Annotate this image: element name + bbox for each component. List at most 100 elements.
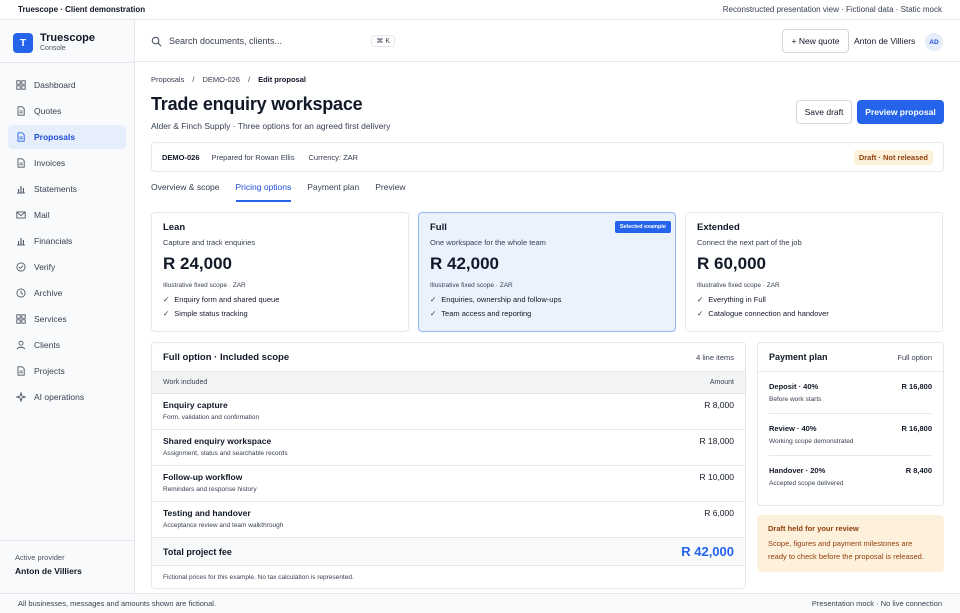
mail-icon — [16, 210, 26, 220]
user-name: Anton de Villiers — [854, 36, 916, 46]
new-quote-button[interactable]: + New quote — [782, 29, 849, 53]
option-feature-label: Everything in Full — [708, 295, 766, 304]
plan-milestone: Review · 40% Working scope demonstrated R … — [769, 414, 932, 456]
sidebar-item-proposals[interactable]: Proposals — [8, 125, 126, 149]
sidebar-item-mail[interactable]: Mail — [8, 203, 126, 227]
row-details: Follow-up workflow Reminders and response… — [163, 472, 257, 501]
milestone-amount: R 16,800 — [901, 382, 932, 391]
save-draft-button[interactable]: Save draft — [796, 100, 852, 124]
sidebar-item-verify[interactable]: Verify — [8, 255, 126, 279]
check-icon: ✓ — [430, 309, 437, 318]
main-content: Proposals / DEMO-026 / Edit proposal Tra… — [135, 62, 960, 593]
milestone-condition: Accepted scope delivered — [769, 480, 844, 487]
sidebar-item-label: Archive — [34, 288, 63, 298]
option-name: Extended — [697, 222, 740, 233]
total-amount: R 42,000 — [681, 544, 734, 559]
option-card-full[interactable]: Full One workspace for the whole team R 42… — [418, 212, 676, 332]
brand-logo: T — [13, 33, 33, 53]
sidebar-item-archive[interactable]: Archive — [8, 281, 126, 305]
avatar[interactable]: AD — [925, 33, 943, 51]
search-input[interactable] — [169, 36, 369, 46]
check-icon: ✓ — [163, 309, 170, 318]
row-amount: R 6,000 — [704, 508, 734, 518]
option-card-extended[interactable]: Extended Connect the next part of the job… — [685, 212, 943, 332]
selected-badge: Selected example — [614, 221, 671, 233]
bar-chart-icon — [16, 236, 26, 246]
scope-total-row: Total project fee R 42,000 — [152, 538, 745, 566]
footer-note: All businesses, messages and amounts sho… — [18, 599, 217, 608]
document-icon — [16, 366, 26, 376]
preview-proposal-button[interactable]: Preview proposal — [857, 100, 944, 124]
provider-label: Active provider — [15, 553, 65, 562]
tab-overview-scope[interactable]: Overview & scope — [151, 178, 220, 202]
breadcrumb: Proposals / DEMO-026 / Edit proposal — [151, 75, 306, 84]
row-subtitle: Acceptance review and team walkthrough — [163, 522, 284, 529]
sidebar-item-financials[interactable]: Financials — [8, 229, 126, 253]
breadcrumb-proposals[interactable]: Proposals — [151, 75, 184, 84]
row-details: Enquiry capture Form, validation and conf… — [163, 400, 259, 429]
sidebar-item-label: Quotes — [34, 106, 62, 116]
header: ⌘ K + New quote Anton de Villiers AD — [135, 20, 960, 62]
breadcrumb-ref[interactable]: DEMO-026 — [202, 75, 240, 84]
scope-title: Full option · Included scope — [163, 351, 290, 363]
sidebar-item-ai-operations[interactable]: AI operations — [8, 385, 126, 409]
breadcrumb-separator: / — [192, 75, 195, 84]
sidebar-item-projects[interactable]: Projects — [8, 359, 126, 383]
tab-bar: Overview & scope Pricing options Payment p… — [151, 178, 944, 202]
scope-header: Full option · Included scope 4 line item… — [152, 343, 745, 372]
tab-payment-plan[interactable]: Payment plan — [307, 178, 359, 202]
sidebar-item-services[interactable]: Services — [8, 307, 126, 331]
banner-note: Reconstructed presentation view · Fictio… — [722, 5, 942, 14]
sidebar-item-label: Statements — [34, 184, 77, 194]
pricing-options: Lean Capture and track enquiries R 24,000 I… — [151, 212, 944, 332]
option-feature-label: Enquiry form and shared queue — [174, 295, 280, 304]
scope-count: 4 line items — [696, 352, 734, 362]
option-scope-note: Illustrative fixed scope · ZAR — [163, 282, 246, 289]
included-scope-card: Full option · Included scope 4 line item… — [151, 342, 746, 589]
plan-rows: Deposit · 40% Before work starts R 16,800 R… — [758, 372, 943, 498]
milestone-name: Handover · 20% — [769, 466, 826, 475]
option-feature-label: Catalogue connection and handover — [708, 309, 829, 318]
option-feature: ✓ Everything in Full — [697, 295, 931, 304]
tab-preview[interactable]: Preview — [375, 178, 405, 202]
sidebar-item-invoices[interactable]: Invoices — [8, 151, 126, 175]
sidebar-item-quotes[interactable]: Quotes — [8, 99, 126, 123]
option-card-lean[interactable]: Lean Capture and track enquiries R 24,000 I… — [151, 212, 409, 332]
row-subtitle: Form, validation and confirmation — [163, 414, 260, 421]
milestone-amount: R 8,400 — [905, 466, 932, 475]
brand-sub: Console — [40, 45, 66, 52]
payment-plan-card: Payment plan Full option Deposit · 40% Be… — [757, 342, 944, 506]
footer: All businesses, messages and amounts sho… — [0, 593, 960, 613]
plan-header: Payment plan Full option — [758, 343, 943, 372]
bar-chart-icon — [16, 184, 26, 194]
row-title: Enquiry capture — [163, 400, 228, 410]
page-subtitle: Alder & Finch Supply · Three options for… — [151, 121, 391, 131]
sidebar-item-label: Proposals — [34, 132, 76, 142]
option-scope-note: Illustrative fixed scope · ZAR — [697, 282, 780, 289]
document-icon — [16, 132, 26, 142]
sidebar: T Truescope Console Dashboard Quotes Propo… — [0, 20, 135, 593]
check-icon: ✓ — [163, 295, 170, 304]
option-feature-label: Simple status tracking — [174, 309, 248, 318]
option-price: R 42,000 — [430, 254, 499, 273]
review-title: Draft held for your review — [768, 524, 859, 533]
sidebar-item-dashboard[interactable]: Dashboard — [8, 73, 126, 97]
status-badge: Draft · Not released — [853, 150, 933, 165]
table-row: Shared enquiry workspace Assignment, stat… — [152, 430, 745, 466]
milestone-details: Deposit · 40% Before work starts — [769, 382, 821, 413]
milestone-condition: Before work starts — [769, 396, 822, 403]
brand[interactable]: T Truescope Console — [13, 32, 95, 54]
document-icon — [16, 158, 26, 168]
search-bar[interactable]: ⌘ K — [151, 33, 395, 49]
table-row: Follow-up workflow Reminders and response… — [152, 466, 745, 502]
sidebar-item-statements[interactable]: Statements — [8, 177, 126, 201]
tab-pricing-options[interactable]: Pricing options — [235, 178, 292, 202]
provider-name: Anton de Villiers — [15, 566, 82, 576]
proposal-ref: DEMO-026 — [162, 152, 200, 162]
review-notice: Draft held for your review Scope, figure… — [757, 515, 944, 572]
sidebar-item-clients[interactable]: Clients — [8, 333, 126, 357]
search-shortcut: ⌘ K — [371, 35, 395, 47]
breadcrumb-current: Edit proposal — [258, 75, 306, 84]
document-icon — [16, 106, 26, 116]
sidebar-item-label: Verify — [34, 262, 56, 272]
